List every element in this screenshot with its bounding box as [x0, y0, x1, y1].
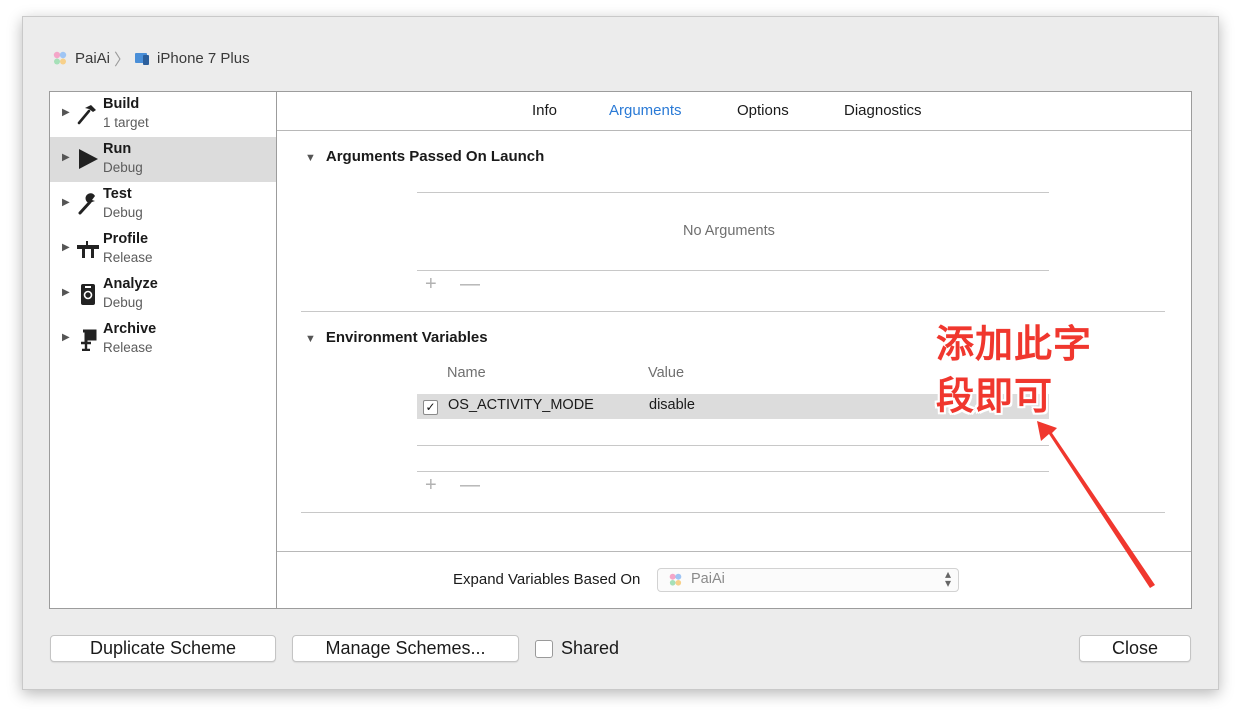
disclosure-triangle-icon[interactable]: ▶: [62, 152, 70, 163]
expand-variables-popup[interactable]: PaiAi ▴ ▾: [657, 568, 959, 592]
divider: [417, 192, 1049, 193]
sidebar-item-label: Test: [103, 186, 132, 202]
sidebar-item-label: Analyze: [103, 276, 158, 292]
divider: [417, 270, 1049, 271]
section-divider: [301, 512, 1165, 513]
no-arguments-text: No Arguments: [683, 223, 775, 239]
sidebar-item-sublabel: Release: [103, 340, 153, 355]
expand-variables-bar: Expand Variables Based On PaiAi ▴ ▾: [277, 551, 1191, 609]
arguments-section-header[interactable]: ▼ Arguments Passed On Launch: [305, 148, 544, 165]
sidebar-item-sublabel: Debug: [103, 160, 143, 175]
disclosure-triangle-down-icon[interactable]: ▼: [305, 152, 316, 164]
device-icon: [135, 53, 150, 65]
enabled-checkbox[interactable]: ✓: [423, 400, 438, 415]
add-argument-button[interactable]: +: [425, 273, 437, 296]
tab-diagnostics[interactable]: Diagnostics: [844, 102, 922, 119]
add-variable-button[interactable]: +: [425, 474, 437, 497]
tab-info[interactable]: Info: [532, 102, 557, 119]
shared-checkbox[interactable]: Shared: [535, 638, 619, 659]
disclosure-triangle-icon[interactable]: ▶: [62, 242, 70, 253]
divider: [417, 471, 1049, 472]
sidebar-item-run[interactable]: ▶ Run Debug: [50, 137, 276, 182]
sidebar-item-label: Run: [103, 141, 132, 157]
project-app-icon: [53, 51, 67, 65]
close-button[interactable]: Close: [1079, 635, 1191, 662]
tab-bar: Info Arguments Options Diagnostics: [277, 92, 1191, 131]
tab-options[interactable]: Options: [737, 102, 789, 119]
disclosure-triangle-down-icon[interactable]: ▼: [305, 333, 316, 345]
env-var-name[interactable]: OS_ACTIVITY_MODE: [448, 397, 594, 413]
annotation-line-1: 添加此字: [936, 322, 1093, 366]
sidebar-item-sublabel: 1 target: [103, 115, 149, 130]
sidebar-item-profile[interactable]: ▶ Profile Release: [50, 227, 276, 272]
annotation-text: 添加此字 段即可: [936, 318, 1092, 422]
env-var-value[interactable]: disable: [649, 397, 695, 413]
shared-checkbox-box[interactable]: [535, 639, 553, 658]
tab-arguments[interactable]: Arguments: [609, 102, 682, 119]
sidebar-item-sublabel: Debug: [103, 205, 143, 220]
disclosure-triangle-icon[interactable]: ▶: [62, 197, 70, 208]
column-header-name[interactable]: Name: [447, 365, 486, 381]
column-header-value[interactable]: Value: [648, 365, 684, 381]
disclosure-triangle-icon[interactable]: ▶: [62, 107, 70, 118]
arguments-section-title: Arguments Passed On Launch: [325, 148, 545, 165]
sidebar-item-build[interactable]: ▶ Build 1 target: [50, 92, 276, 137]
divider: [417, 445, 1049, 446]
breadcrumb: PaiAi 〉 iPhone 7 Plus: [52, 48, 250, 69]
disclosure-triangle-icon[interactable]: ▶: [62, 332, 70, 343]
sidebar-item-test[interactable]: ▶ Test Debug: [50, 182, 276, 227]
sidebar-item-analyze[interactable]: ▶ Analyze Debug: [50, 272, 276, 317]
annotation-line-2: 段即可: [936, 374, 1054, 418]
sidebar-item-sublabel: Debug: [103, 295, 143, 310]
disclosure-triangle-icon[interactable]: ▶: [62, 287, 70, 298]
instruments-icon: [77, 241, 99, 258]
breadcrumb-separator: 〉: [114, 52, 131, 69]
hammer-icon: [77, 105, 96, 125]
duplicate-scheme-button[interactable]: Duplicate Scheme: [50, 635, 276, 662]
expand-variables-label: Expand Variables Based On: [453, 571, 641, 588]
project-crumb[interactable]: PaiAi: [52, 50, 110, 67]
wrench-icon: [78, 193, 95, 215]
sidebar-item-sublabel: Release: [103, 250, 153, 265]
device-name: iPhone 7 Plus: [157, 49, 250, 67]
section-divider: [301, 311, 1165, 312]
remove-argument-button[interactable]: —: [460, 273, 480, 296]
analyze-icon: [81, 284, 95, 305]
shared-checkbox-label: Shared: [561, 638, 620, 658]
sidebar-item-archive[interactable]: ▶ Archive Release: [50, 317, 276, 362]
expand-variables-value: PaiAi: [691, 571, 725, 587]
remove-variable-button[interactable]: —: [460, 474, 480, 497]
chevron-updown-icon: ▴ ▾: [944, 567, 951, 590]
play-icon: [79, 149, 98, 169]
archive-icon: [81, 329, 97, 351]
device-crumb[interactable]: iPhone 7 Plus: [134, 50, 250, 67]
environment-section-title: Environment Variables: [325, 329, 488, 346]
manage-schemes-button[interactable]: Manage Schemes...: [292, 635, 519, 662]
project-name: PaiAi: [75, 49, 111, 67]
environment-section-header[interactable]: ▼ Environment Variables: [305, 329, 488, 346]
sidebar-item-label: Profile: [103, 231, 149, 247]
scheme-actions-sidebar: ▶ Build 1 target ▶ Run Debug ▶ Test Debu…: [50, 92, 277, 608]
project-app-icon: [669, 573, 682, 586]
sidebar-item-label: Archive: [103, 321, 157, 337]
sidebar-item-label: Build: [103, 96, 140, 112]
